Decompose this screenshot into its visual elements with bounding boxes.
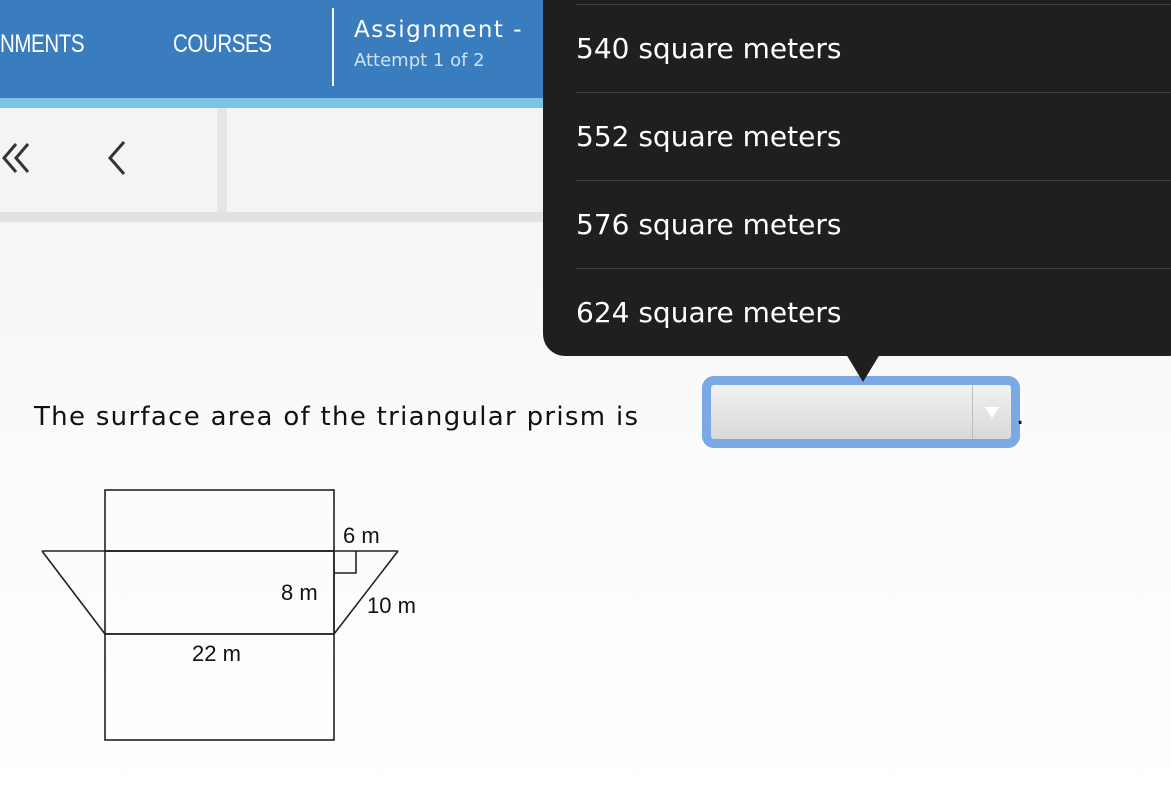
- dropdown-option[interactable]: 540 square meters: [576, 5, 1171, 93]
- prism-net-figure: 6 m 8 m 10 m 22 m: [41, 489, 416, 741]
- label-top: 6 m: [343, 523, 380, 548]
- net-left-triangle-edge: [41, 550, 106, 635]
- nav-assignments[interactable]: NMENTS: [0, 30, 85, 59]
- select-arrow-area[interactable]: [972, 385, 1011, 439]
- dropdown-option[interactable]: 552 square meters: [576, 93, 1171, 181]
- assignment-title: Assignment -: [354, 17, 524, 43]
- dropdown-option[interactable]: 624 square meters: [576, 269, 1171, 357]
- dropdown-option[interactable]: 576 square meters: [576, 181, 1171, 269]
- title-suffix: -: [513, 17, 524, 43]
- nav-courses[interactable]: COURSES: [173, 30, 272, 59]
- label-height: 8 m: [281, 580, 318, 605]
- double-chevron-left-icon[interactable]: [0, 138, 34, 182]
- answer-select-box[interactable]: [711, 385, 1011, 439]
- sentence-period: .: [1016, 401, 1025, 431]
- attempt-label: Attempt 1 of 2: [354, 50, 485, 71]
- right-angle-marker: [334, 551, 357, 574]
- answer-select[interactable]: [702, 376, 1020, 448]
- label-length: 22 m: [192, 641, 241, 666]
- net-top-rect: [104, 489, 335, 552]
- dropdown-arrow-icon: [985, 407, 999, 418]
- label-slant: 10 m: [367, 593, 416, 618]
- chevron-left-icon[interactable]: [104, 138, 130, 182]
- question-text: The surface area of the triangular prism…: [34, 402, 640, 432]
- header-divider: [332, 8, 334, 86]
- toolbar-divider: [217, 108, 227, 212]
- dropdown-pointer: [846, 354, 880, 382]
